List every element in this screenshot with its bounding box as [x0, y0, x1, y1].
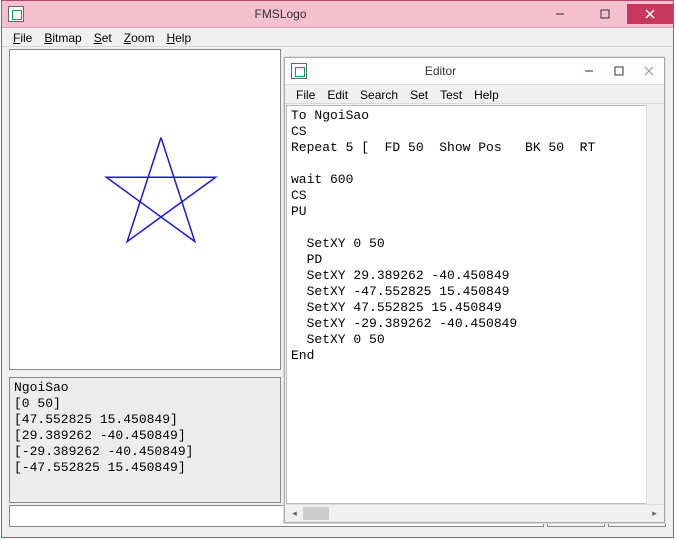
- editor-textarea[interactable]: To NgoiSao CS Repeat 5 [ FD 50 Show Pos …: [286, 105, 663, 504]
- main-menubar: File Bitmap Set Zoom Help: [2, 28, 673, 47]
- editor-hscrollbar[interactable]: ◂ ▸: [286, 504, 663, 521]
- scroll-track[interactable]: [303, 505, 646, 522]
- editor-menu-file[interactable]: File: [291, 87, 320, 103]
- menu-zoom[interactable]: Zoom: [119, 30, 160, 46]
- minimize-icon: [555, 9, 565, 19]
- close-icon: [645, 9, 655, 19]
- app-icon: [8, 6, 24, 22]
- turtle-canvas[interactable]: [9, 49, 281, 370]
- editor-menu-edit[interactable]: Edit: [322, 87, 353, 103]
- star-drawing: [10, 50, 280, 369]
- star-path: [106, 138, 215, 242]
- editor-window-controls: [574, 61, 664, 81]
- menu-bitmap[interactable]: Bitmap: [39, 30, 86, 46]
- close-button[interactable]: [627, 4, 673, 24]
- editor-window: Editor File Edit Search Set Test Help To…: [284, 57, 665, 523]
- editor-menu-search[interactable]: Search: [355, 87, 403, 103]
- editor-title: Editor: [307, 64, 574, 78]
- scroll-left-icon[interactable]: ◂: [286, 505, 303, 522]
- editor-maximize-button[interactable]: [604, 61, 634, 81]
- main-title: FMSLogo: [24, 7, 537, 21]
- maximize-button[interactable]: [582, 4, 627, 24]
- minimize-button[interactable]: [537, 4, 582, 24]
- main-titlebar[interactable]: FMSLogo: [2, 1, 673, 28]
- editor-minimize-button[interactable]: [574, 61, 604, 81]
- editor-icon: [291, 63, 307, 79]
- menu-set[interactable]: Set: [89, 30, 117, 46]
- editor-menu-test[interactable]: Test: [435, 87, 467, 103]
- menu-file[interactable]: File: [8, 30, 37, 46]
- scroll-thumb[interactable]: [303, 507, 329, 520]
- maximize-icon: [600, 9, 610, 19]
- main-window-controls: [537, 4, 673, 24]
- scroll-right-icon[interactable]: ▸: [646, 505, 663, 522]
- menu-help[interactable]: Help: [161, 30, 196, 46]
- editor-menu-set[interactable]: Set: [405, 87, 433, 103]
- editor-menu-help[interactable]: Help: [469, 87, 504, 103]
- editor-close-button[interactable]: [634, 61, 664, 81]
- maximize-icon: [614, 66, 624, 76]
- editor-menubar: File Edit Search Set Test Help: [285, 85, 664, 104]
- close-icon: [644, 66, 654, 76]
- editor-titlebar[interactable]: Editor: [285, 58, 664, 85]
- output-log[interactable]: NgoiSao [0 50] [47.552825 15.450849] [29…: [9, 377, 281, 503]
- minimize-icon: [584, 66, 594, 76]
- editor-vscrollbar[interactable]: [646, 105, 663, 504]
